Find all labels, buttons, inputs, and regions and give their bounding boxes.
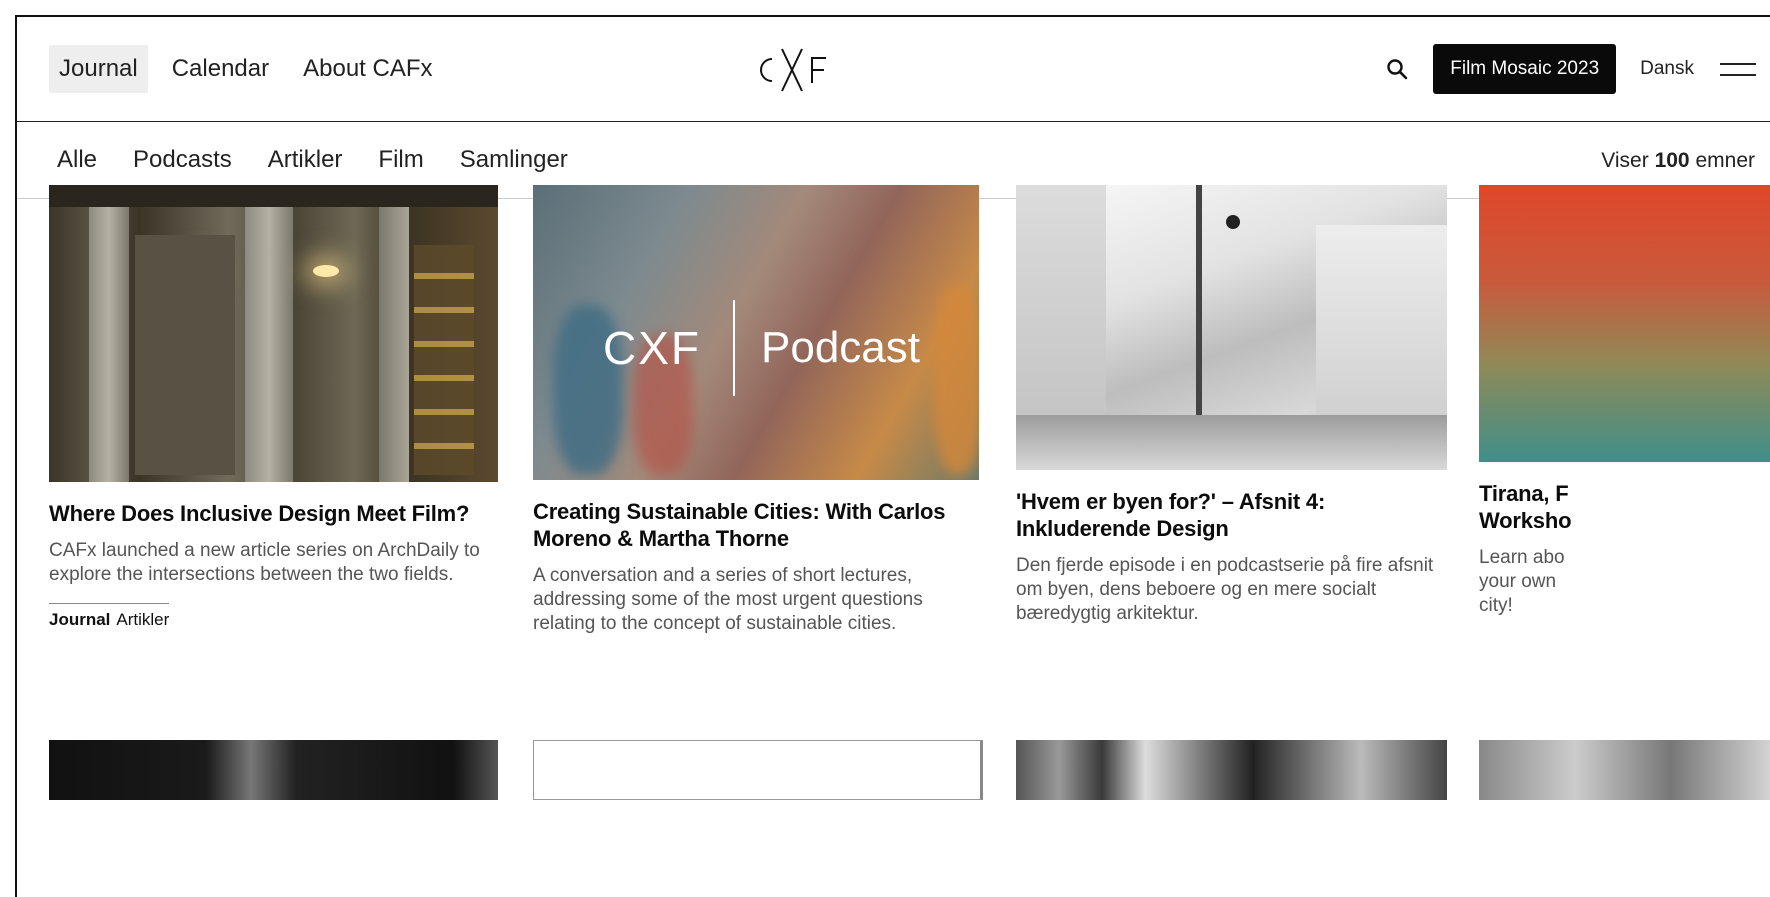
- filter-list: Alle Podcasts Artikler Film Samlinger: [57, 146, 604, 174]
- card-title[interactable]: Tirana, F Worksho: [1479, 480, 1589, 534]
- article-card[interactable]: Tirana, F Worksho Learn abo your own cit…: [1479, 185, 1770, 618]
- overlay-logo: CXF: [603, 322, 701, 374]
- overlay-divider: [733, 300, 735, 396]
- card-image-tirana[interactable]: [1479, 185, 1770, 462]
- card-image-row2-1[interactable]: [49, 740, 498, 800]
- count-value: 100: [1654, 149, 1690, 172]
- language-switch[interactable]: Dansk: [1640, 58, 1694, 80]
- film-mosaic-button[interactable]: Film Mosaic 2023: [1433, 44, 1617, 94]
- nav-journal[interactable]: Journal: [49, 45, 148, 93]
- page-frame: Journal Calendar About CAFx Film Mosaic …: [15, 15, 1770, 897]
- card-image-row2-3[interactable]: [1016, 740, 1447, 800]
- article-card[interactable]: CXF Podcast Creating Sustainable Cities:…: [533, 185, 983, 636]
- tag-journal[interactable]: Journal: [49, 610, 110, 629]
- card-description: Learn abo your own city!: [1479, 547, 1565, 616]
- card-image-archive-shelves[interactable]: [49, 185, 498, 482]
- filter-samlinger[interactable]: Samlinger: [460, 146, 568, 174]
- site-header: Journal Calendar About CAFx Film Mosaic …: [17, 17, 1770, 122]
- card-title[interactable]: Creating Sustainable Cities: With Carlos…: [533, 498, 983, 552]
- nav-calendar[interactable]: Calendar: [162, 45, 279, 93]
- card-title[interactable]: Where Does Inclusive Design Meet Film?: [49, 500, 498, 527]
- main-nav: Journal Calendar About CAFx: [49, 45, 457, 93]
- nav-about[interactable]: About CAFx: [293, 45, 442, 93]
- article-card[interactable]: Where Does Inclusive Design Meet Film? C…: [49, 185, 498, 630]
- card-description: A conversation and a series of short lec…: [533, 565, 923, 634]
- cxf-logo-icon: [760, 48, 826, 92]
- card-image-row2-4[interactable]: [1479, 740, 1770, 800]
- filter-alle[interactable]: Alle: [57, 146, 97, 174]
- article-card[interactable]: 'Hvem er byen for?' – Afsnit 4: Inkluder…: [1016, 185, 1447, 626]
- filter-artikler[interactable]: Artikler: [268, 146, 343, 174]
- header-tools: Film Mosaic 2023 Dansk: [1377, 43, 1770, 95]
- overlay-podcast-label: Podcast: [761, 323, 920, 372]
- filter-podcasts[interactable]: Podcasts: [133, 146, 232, 174]
- count-prefix: Viser: [1601, 149, 1649, 172]
- hamburger-menu-icon[interactable]: [1720, 54, 1760, 84]
- site-logo[interactable]: [750, 47, 840, 93]
- card-image-city-negative[interactable]: [1016, 185, 1447, 470]
- menu-line: [1720, 73, 1756, 76]
- card-description: Den fjerde episode i en podcastserie på …: [1016, 555, 1434, 624]
- tag-artikler[interactable]: Artikler: [116, 610, 169, 629]
- podcast-overlay: CXF Podcast: [603, 300, 920, 396]
- card-image-podcast[interactable]: CXF Podcast: [533, 185, 979, 480]
- card-description: CAFx launched a new article series on Ar…: [49, 540, 480, 585]
- filter-film[interactable]: Film: [378, 146, 423, 174]
- menu-line: [1720, 62, 1756, 65]
- card-title[interactable]: 'Hvem er byen for?' – Afsnit 4: Inkluder…: [1016, 488, 1447, 542]
- count-suffix: emner: [1695, 149, 1755, 172]
- results-count: Viser 100 emner: [1601, 149, 1755, 173]
- search-icon[interactable]: [1377, 49, 1417, 89]
- card-tags: Journal Artikler: [49, 603, 170, 630]
- card-image-row2-2[interactable]: [533, 740, 983, 800]
